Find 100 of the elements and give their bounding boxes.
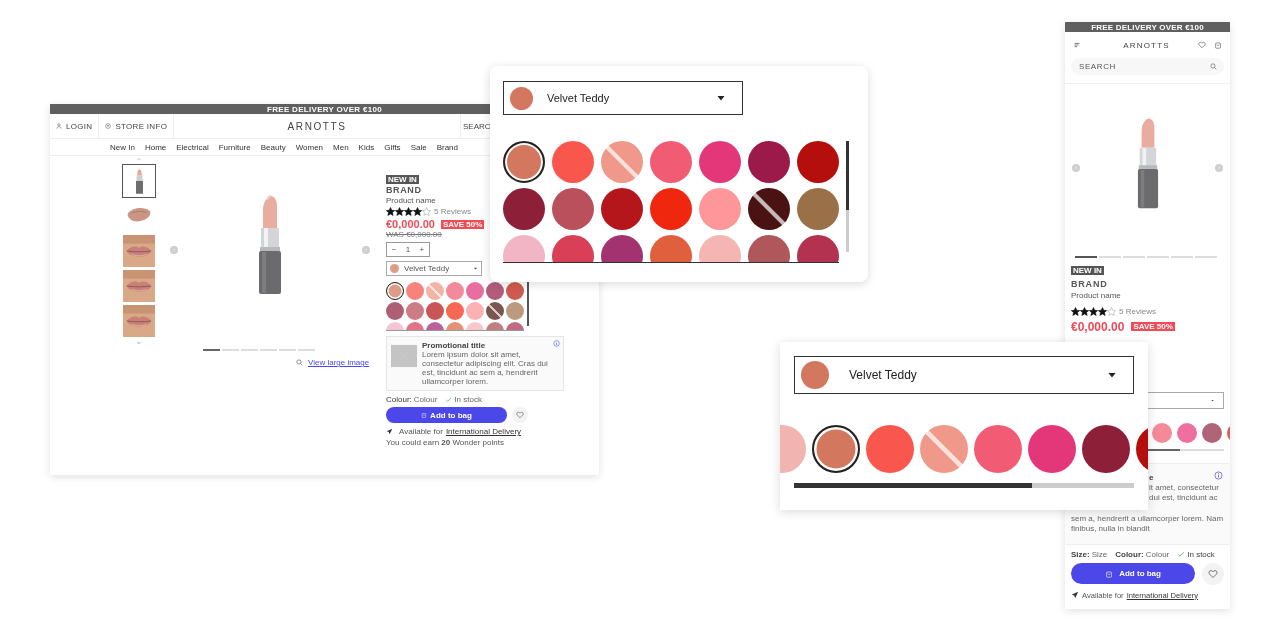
color-swatch[interactable]: [601, 188, 643, 230]
logo[interactable]: ARNOTTS: [174, 120, 460, 132]
colour-value: Colour: [413, 395, 438, 404]
scrollbar[interactable]: [846, 141, 849, 252]
heart-icon[interactable]: [1198, 41, 1206, 49]
color-swatch[interactable]: [466, 302, 484, 320]
chevron-down-icon[interactable]: [136, 341, 142, 345]
color-swatch[interactable]: [650, 141, 692, 183]
color-swatch[interactable]: [699, 188, 741, 230]
quantity-stepper[interactable]: − 1 +: [386, 242, 430, 257]
color-swatch[interactable]: [1082, 425, 1130, 473]
logo[interactable]: ARNOTTS: [1089, 40, 1190, 50]
nav-link[interactable]: Kids: [358, 142, 375, 152]
color-swatch[interactable]: [486, 302, 504, 320]
color-swatch[interactable]: [466, 282, 484, 300]
wishlist-button[interactable]: [512, 407, 528, 423]
nav-link[interactable]: Furniture: [218, 142, 251, 152]
nav-link[interactable]: Men: [333, 142, 349, 152]
international-delivery-link[interactable]: International Delivery: [445, 427, 522, 436]
scrollbar[interactable]: [1148, 448, 1224, 451]
nav-link[interactable]: Home: [144, 142, 167, 152]
reviews-link[interactable]: 5 Reviews: [434, 207, 471, 216]
was-price: WAS €0,000.00: [386, 230, 442, 239]
color-swatch[interactable]: [1202, 422, 1222, 443]
color-swatch[interactable]: [503, 141, 545, 183]
zoom-icon: [296, 359, 303, 366]
previous-arrow-button[interactable]: [1072, 164, 1080, 172]
color-swatch[interactable]: [552, 141, 594, 183]
nav-link[interactable]: Beauty: [260, 142, 286, 152]
add-to-bag-button[interactable]: Add to bag: [386, 407, 507, 423]
bag-icon: [421, 412, 428, 418]
star-icon: [413, 207, 422, 216]
color-swatch[interactable]: [812, 425, 860, 473]
color-swatch[interactable]: [486, 282, 504, 300]
scrollbar[interactable]: [527, 282, 529, 326]
color-swatch[interactable]: [1177, 422, 1197, 443]
search-icon[interactable]: [1210, 63, 1217, 70]
shade-dropdown[interactable]: Velvet Teddy: [794, 356, 1134, 394]
color-swatch[interactable]: [866, 425, 914, 473]
color-swatch[interactable]: [506, 302, 524, 320]
color-swatch[interactable]: [386, 302, 404, 320]
color-swatch[interactable]: [406, 282, 424, 300]
product-name: Product name: [386, 196, 436, 205]
shade-dropdown[interactable]: Velvet Teddy: [386, 261, 482, 276]
color-swatch[interactable]: [406, 302, 424, 320]
plus-button[interactable]: +: [419, 245, 425, 254]
thumbnail[interactable]: [122, 269, 156, 303]
thumbnail[interactable]: [122, 164, 156, 198]
caret-icon: [1107, 370, 1117, 380]
wishlist-button[interactable]: [1202, 562, 1224, 585]
previous-arrow-button[interactable]: [170, 246, 178, 254]
color-swatch[interactable]: [386, 282, 404, 300]
nav-link[interactable]: New In: [110, 142, 135, 152]
color-swatch[interactable]: [1028, 425, 1076, 473]
shade-dropdown[interactable]: [1148, 391, 1224, 409]
price: €0,000.00: [386, 218, 435, 230]
thumbnail[interactable]: [122, 234, 156, 268]
airplane-icon: [1071, 591, 1079, 599]
reviews-link[interactable]: 5 Reviews: [1119, 306, 1156, 316]
stock-status: In stock: [1187, 549, 1215, 559]
bag-icon[interactable]: [1214, 41, 1222, 49]
thumbnail[interactable]: [122, 304, 156, 338]
nav-link[interactable]: Brand: [436, 142, 458, 152]
color-swatch[interactable]: [446, 302, 464, 320]
add-to-bag-button[interactable]: Add to bag: [1071, 563, 1196, 584]
next-arrow-button[interactable]: [1215, 164, 1223, 172]
color-swatch[interactable]: [426, 302, 444, 320]
product-name: Product name: [1071, 290, 1121, 300]
color-swatch[interactable]: [552, 188, 594, 230]
color-swatch[interactable]: [506, 282, 524, 300]
color-swatch[interactable]: [1152, 422, 1172, 443]
color-swatch[interactable]: [920, 425, 968, 473]
scrollbar[interactable]: [794, 483, 1134, 488]
color-swatch[interactable]: [601, 141, 643, 183]
nav-link[interactable]: Gifts: [384, 142, 401, 152]
color-swatch[interactable]: [446, 282, 464, 300]
nav-link[interactable]: Women: [295, 142, 324, 152]
login-link[interactable]: LOGIN: [50, 121, 99, 131]
color-swatch[interactable]: [650, 188, 692, 230]
nav-link[interactable]: Electrical: [176, 142, 209, 152]
color-swatch[interactable]: [426, 282, 444, 300]
view-large-image-link[interactable]: View large image: [308, 358, 370, 367]
color-swatch[interactable]: [699, 141, 741, 183]
color-swatch[interactable]: [797, 141, 839, 183]
color-swatch[interactable]: [748, 188, 790, 230]
nav-link[interactable]: Sale: [410, 142, 427, 152]
store-info-link[interactable]: STORE INFO: [99, 121, 174, 131]
info-icon[interactable]: [1214, 470, 1223, 480]
minus-button[interactable]: −: [391, 245, 397, 254]
color-swatch[interactable]: [748, 141, 790, 183]
shade-dropdown[interactable]: Velvet Teddy: [503, 81, 743, 115]
color-swatch[interactable]: [503, 188, 545, 230]
delivery-text: Available for: [399, 427, 443, 436]
search-field[interactable]: SEARCH: [1071, 58, 1224, 75]
star-icon: [1089, 306, 1098, 316]
next-arrow-button[interactable]: [362, 246, 370, 254]
color-swatch[interactable]: [974, 425, 1022, 473]
info-icon[interactable]: [553, 340, 560, 347]
color-swatch[interactable]: [797, 188, 839, 230]
menu-icon[interactable]: [1073, 41, 1081, 49]
